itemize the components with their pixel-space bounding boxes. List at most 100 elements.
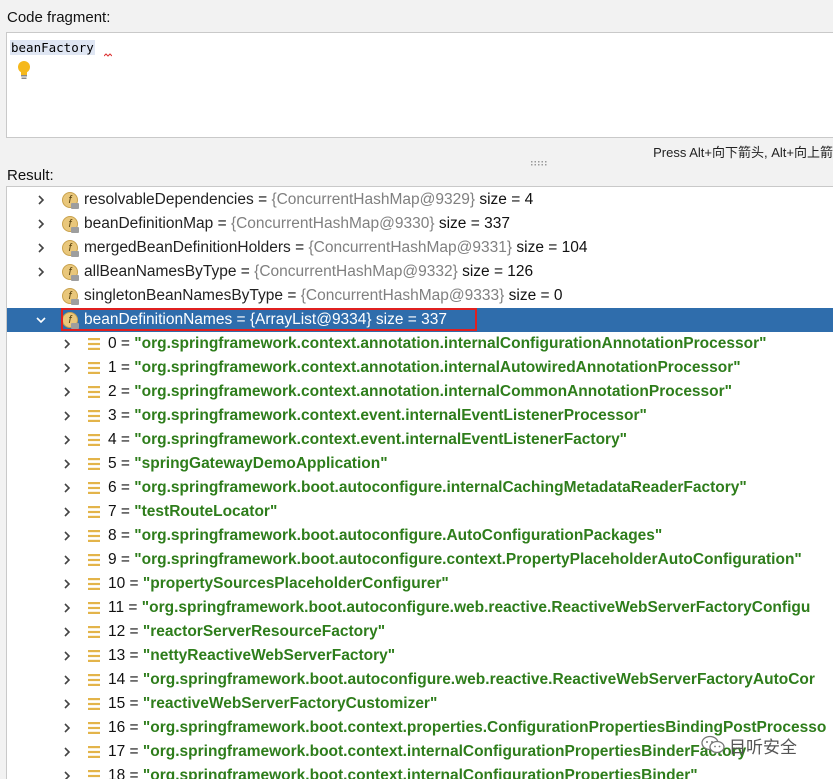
code-fragment-text[interactable]: beanFactory [10,40,95,55]
tree-row-bean-definition-map[interactable]: f beanDefinitionMap = {ConcurrentHashMap… [7,212,833,236]
chevron-right-icon[interactable] [62,579,72,589]
item-index: 16 [108,719,126,736]
tree-row-bean-definition-names[interactable]: f beanDefinitionNames = {ArrayList@9334}… [7,308,833,332]
item-value: "reactiveWebServerFactoryCustomizer" [142,695,438,712]
chevron-right-icon[interactable] [62,459,72,469]
item-index: 17 [108,743,126,760]
item-index: 5 [108,455,117,472]
item-index: 18 [108,767,126,779]
chevron-right-icon[interactable] [62,723,72,733]
chevron-right-icon[interactable] [62,771,72,779]
item-index: 14 [108,671,126,688]
list-item[interactable]: 18 = "org.springframework.boot.context.i… [7,764,833,779]
field-size: size = 104 [516,239,588,256]
item-value: "org.springframework.boot.autoconfigure.… [134,479,747,496]
field-size: size = 0 [508,287,563,304]
list-element-icon [88,602,100,614]
list-element-icon [88,626,100,638]
tree-row-merged-bean-definition-holders[interactable]: f mergedBeanDefinitionHolders = {Concurr… [7,236,833,260]
list-item[interactable]: 7 = "testRouteLocator" [7,500,833,524]
tree-row-singleton-bean-names-by-type[interactable]: f singletonBeanNamesByType = {Concurrent… [7,284,833,308]
item-index: 6 [108,479,117,496]
chevron-right-icon[interactable] [62,435,72,445]
list-item[interactable]: 1 = "org.springframework.context.annotat… [7,356,833,380]
code-fragment-editor[interactable]: beanFactory [6,32,833,138]
chevron-right-icon[interactable] [62,387,72,397]
item-value: "propertySourcesPlaceholderConfigurer" [142,575,449,592]
lightbulb-icon[interactable] [17,60,31,80]
item-value: "org.springframework.boot.context.intern… [142,743,747,760]
item-index: 1 [108,359,117,376]
list-element-icon [88,746,100,758]
field-icon: f [62,216,79,233]
chevron-right-icon[interactable] [36,243,46,253]
list-item[interactable]: 10 = "propertySourcesPlaceholderConfigur… [7,572,833,596]
chevron-right-icon[interactable] [62,507,72,517]
field-icon: f [62,312,79,329]
item-value: "org.springframework.boot.context.intern… [142,767,698,779]
list-item[interactable]: 3 = "org.springframework.context.event.i… [7,404,833,428]
result-label: Result: [7,167,54,184]
list-item[interactable]: 6 = "org.springframework.boot.autoconfig… [7,476,833,500]
tree-row-all-bean-names-by-type[interactable]: f allBeanNamesByType = {ConcurrentHashMa… [7,260,833,284]
chevron-right-icon[interactable] [62,339,72,349]
list-item[interactable]: 15 = "reactiveWebServerFactoryCustomizer… [7,692,833,716]
item-index: 3 [108,407,117,424]
list-item[interactable]: 5 = "springGatewayDemoApplication" [7,452,833,476]
item-index: 15 [108,695,126,712]
item-value: "org.springframework.context.annotation.… [134,359,741,376]
list-item[interactable]: 14 = "org.springframework.boot.autoconfi… [7,668,833,692]
list-element-icon [88,362,100,374]
item-index: 10 [108,575,126,592]
chevron-right-icon[interactable] [62,651,72,661]
chevron-right-icon[interactable] [62,555,72,565]
field-icon: f [62,288,79,305]
list-item[interactable]: 13 = "nettyReactiveWebServerFactory" [7,644,833,668]
chevron-right-icon[interactable] [62,483,72,493]
field-name: singletonBeanNamesByType [84,287,284,304]
field-name: allBeanNamesByType [84,263,237,280]
list-element-icon [88,530,100,542]
chevron-right-icon[interactable] [62,411,72,421]
list-item[interactable]: 0 = "org.springframework.context.annotat… [7,332,833,356]
splitter-handle[interactable] [530,160,548,166]
chevron-right-icon[interactable] [62,675,72,685]
list-item[interactable]: 4 = "org.springframework.context.event.i… [7,428,833,452]
item-index: 11 [108,599,125,616]
chevron-right-icon[interactable] [62,531,72,541]
wechat-logo-icon [701,735,725,754]
item-value: "org.springframework.boot.autoconfigure.… [142,671,815,688]
list-element-icon [88,650,100,662]
item-value: "testRouteLocator" [134,503,278,520]
list-item[interactable]: 11 = "org.springframework.boot.autoconfi… [7,596,833,620]
chevron-right-icon[interactable] [62,363,72,373]
item-value: "org.springframework.boot.autoconfigure.… [134,551,802,568]
list-element-icon [88,386,100,398]
list-element-icon [88,578,100,590]
list-item[interactable]: 9 = "org.springframework.boot.autoconfig… [7,548,833,572]
item-index: 8 [108,527,117,544]
list-element-icon [88,698,100,710]
list-item[interactable]: 12 = "reactorServerResourceFactory" [7,620,833,644]
field-icon: f [62,264,79,281]
chevron-right-icon[interactable] [62,699,72,709]
spelling-squiggle [104,53,112,57]
chevron-right-icon[interactable] [62,627,72,637]
list-element-icon [88,722,100,734]
field-ref: {ArrayList@9334} [249,311,372,328]
list-element-icon [88,554,100,566]
list-item[interactable]: 2 = "org.springframework.context.annotat… [7,380,833,404]
chevron-right-icon[interactable] [36,195,46,205]
chevron-right-icon[interactable] [36,219,46,229]
item-index: 13 [108,647,126,664]
field-icon: f [62,192,79,209]
chevron-right-icon[interactable] [62,603,72,613]
item-index: 0 [108,335,117,352]
list-item[interactable]: 8 = "org.springframework.boot.autoconfig… [7,524,833,548]
result-tree[interactable]: f resolvableDependencies = {ConcurrentHa… [6,186,833,779]
chevron-right-icon[interactable] [62,747,72,757]
tree-row-resolvable-dependencies[interactable]: f resolvableDependencies = {ConcurrentHa… [7,188,833,212]
chevron-down-icon[interactable] [36,315,46,325]
chevron-right-icon[interactable] [36,267,46,277]
watermark-text: 目听安全 [729,738,797,757]
